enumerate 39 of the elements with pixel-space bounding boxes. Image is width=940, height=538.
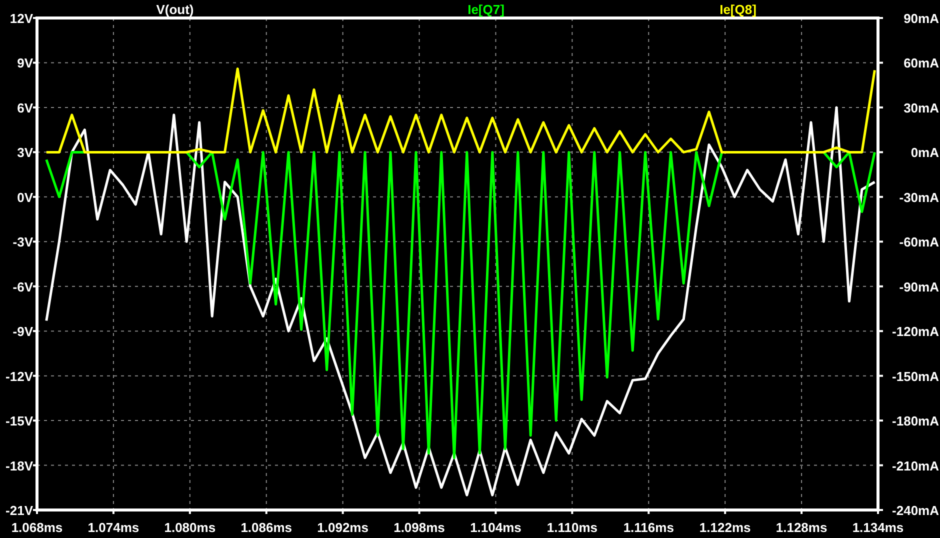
axis-tick-label: -30mA xyxy=(899,190,939,205)
axis-tick-label: -18V xyxy=(6,458,33,474)
axis-tick-label: 3V xyxy=(17,145,33,160)
axis-tick-label: 1.092ms xyxy=(317,520,368,535)
axis-tick-label: 30mA xyxy=(904,100,939,116)
axis-tick-label: 6V xyxy=(17,100,33,116)
axis-tick-label: 1.086ms xyxy=(240,520,292,535)
axis-tick-label: -6V xyxy=(12,279,33,294)
axis-tick-label: 1.128ms xyxy=(776,520,828,535)
axis-tick-label: -90mA xyxy=(899,279,939,294)
axis-tick-label: 0mA xyxy=(910,145,939,160)
axis-tick-label: -21V xyxy=(6,503,33,518)
axis-tick-label: -180mA xyxy=(892,414,939,429)
axis-tick-label: 1.134ms xyxy=(852,520,904,535)
axis-tick-label: 1.068ms xyxy=(11,520,63,535)
axis-tick-label: 1.116ms xyxy=(623,520,674,535)
axis-tick-label: -15V xyxy=(6,414,33,429)
axis-tick-label: 1.074ms xyxy=(88,520,140,535)
axis-tick-label: 1.110ms xyxy=(546,520,598,535)
trace-label: V(out) xyxy=(156,2,194,17)
axis-tick-label: 90mA xyxy=(904,11,939,26)
axis-tick-label: 9V xyxy=(17,56,33,71)
axis-tick-label: -60mA xyxy=(899,234,939,250)
axis-tick-label: 1.098ms xyxy=(394,520,445,535)
axis-tick-label: 60mA xyxy=(904,56,939,71)
axis-tick-label: -240mA xyxy=(892,503,939,518)
axis-tick-label: -12V xyxy=(6,368,33,384)
axis-tick-label: 1.080ms xyxy=(164,520,216,535)
trace-label: Ie[Q7] xyxy=(468,2,504,17)
axis-tick-label: 0V xyxy=(17,190,33,205)
axis-tick-label: -150mA xyxy=(892,368,939,384)
axis-tick-label: -120mA xyxy=(892,324,939,340)
axis-tick-label: -3V xyxy=(12,234,33,250)
axis-tick-label: -9V xyxy=(12,324,33,340)
axis-tick-label: 1.104ms xyxy=(470,520,522,535)
axis-tick-label: 12V xyxy=(10,11,33,26)
trace-label: Ie[Q8] xyxy=(720,2,756,17)
axis-tick-label: -210mA xyxy=(892,458,939,474)
axis-tick-label: 1.122ms xyxy=(699,520,751,535)
